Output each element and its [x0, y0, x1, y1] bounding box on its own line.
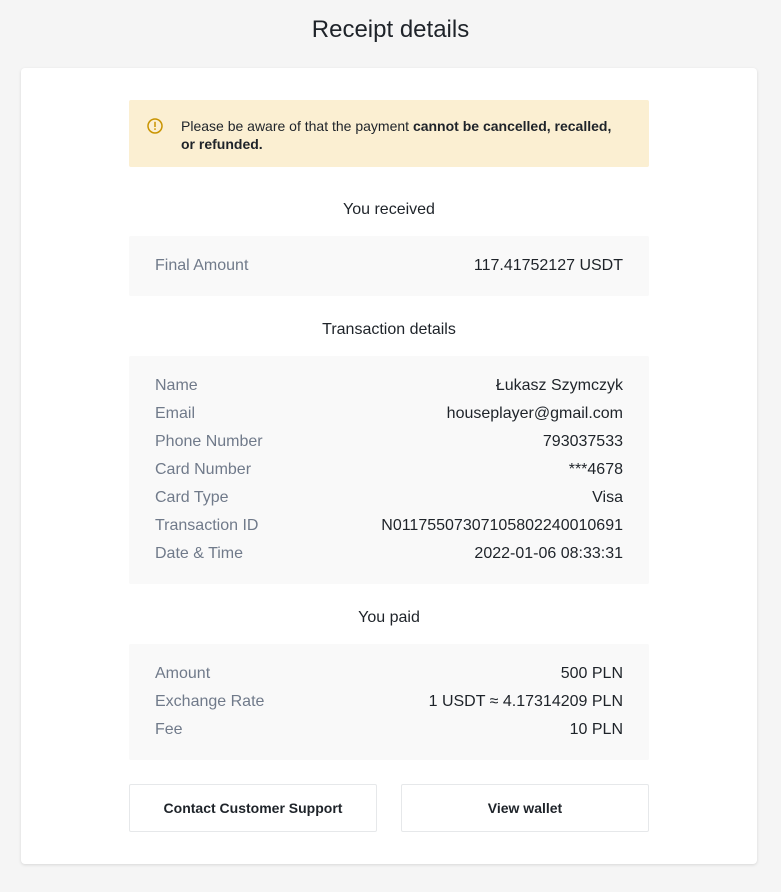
received-title: You received	[343, 201, 435, 218]
detail-row: Card Number ***4678	[155, 456, 623, 484]
detail-value: N01175507307105802240010691	[381, 517, 623, 534]
detail-row: Exchange Rate 1 USDT ≈ 4.17314209 PLN	[155, 688, 623, 716]
transaction-title: Transaction details	[322, 321, 456, 338]
detail-row: Phone Number 793037533	[155, 428, 623, 456]
detail-value: 10 PLN	[569, 721, 623, 738]
detail-row: Email houseplayer@gmail.com	[155, 400, 623, 428]
detail-value: Visa	[592, 489, 623, 506]
view-wallet-button[interactable]: View wallet	[401, 784, 649, 832]
contact-support-button[interactable]: Contact Customer Support	[129, 784, 377, 832]
detail-label: Name	[155, 377, 198, 394]
detail-label: Amount	[155, 665, 211, 682]
detail-label: Date & Time	[155, 545, 244, 562]
detail-label: Final Amount	[155, 257, 249, 274]
paid-title: You paid	[358, 609, 420, 626]
detail-row: Amount 500 PLN	[155, 660, 623, 688]
detail-row: Date & Time 2022-01-06 08:33:31	[155, 540, 623, 568]
detail-label: Card Type	[155, 489, 229, 506]
detail-label: Transaction ID	[155, 517, 259, 534]
detail-value: houseplayer@gmail.com	[446, 405, 623, 422]
detail-row: Final Amount 117.41752127 USDT	[155, 252, 623, 280]
detail-value: 500 PLN	[560, 665, 623, 682]
receipt-card: Please be aware of that the payment cann…	[21, 68, 757, 864]
warning-icon	[147, 118, 163, 134]
detail-value: ***4678	[568, 461, 623, 478]
detail-label: Fee	[155, 721, 183, 738]
page-title: Receipt details	[311, 16, 470, 43]
detail-value: 793037533	[542, 433, 623, 450]
detail-label: Email	[155, 405, 196, 422]
detail-label: Card Number	[155, 461, 252, 478]
detail-value: 1 USDT ≈ 4.17314209 PLN	[428, 693, 623, 710]
detail-label: Exchange Rate	[155, 693, 265, 710]
detail-label: Phone Number	[155, 433, 263, 450]
received-panel: Final Amount 117.41752127 USDT	[129, 236, 649, 296]
detail-row: Card Type Visa	[155, 484, 623, 512]
detail-value: 2022-01-06 08:33:31	[474, 545, 623, 562]
transaction-panel: Name Łukasz Szymczyk Email houseplayer@gmai…	[129, 356, 649, 584]
warning-banner: Please be aware of that the payment cann…	[129, 100, 649, 167]
warning-text: Please be aware of that the payment	[181, 118, 413, 134]
detail-row: Name Łukasz Szymczyk	[155, 372, 623, 400]
detail-value: Łukasz Szymczyk	[495, 377, 623, 394]
detail-value: 117.41752127 USDT	[473, 257, 623, 274]
detail-row: Fee 10 PLN	[155, 716, 623, 744]
paid-panel: Amount 500 PLN Exchange Rate 1 USDT ≈ 4.173…	[129, 644, 649, 760]
detail-row: Transaction ID N0117550730710580224001069…	[155, 512, 623, 540]
